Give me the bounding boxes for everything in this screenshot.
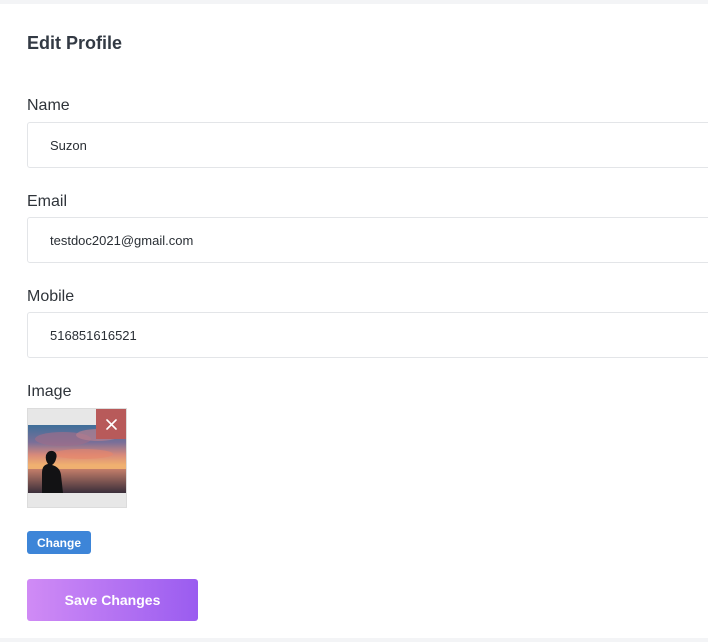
mobile-label: Mobile xyxy=(27,288,75,305)
page-title: Edit Profile xyxy=(27,33,123,53)
email-label: Email xyxy=(27,193,68,210)
name-label: Name xyxy=(27,97,70,114)
remove-image-button[interactable] xyxy=(96,409,126,439)
image-label: Image xyxy=(27,383,72,400)
mobile-field[interactable] xyxy=(27,312,708,358)
email-field[interactable] xyxy=(27,217,708,263)
change-image-button[interactable]: Change xyxy=(27,531,91,554)
name-field[interactable] xyxy=(27,122,708,168)
close-icon xyxy=(105,418,117,430)
save-changes-button[interactable]: Save Changes xyxy=(27,579,198,621)
profile-image-thumbnail xyxy=(27,408,127,508)
edit-profile-card: Edit Profile Name Email Mobile Image xyxy=(0,4,708,638)
